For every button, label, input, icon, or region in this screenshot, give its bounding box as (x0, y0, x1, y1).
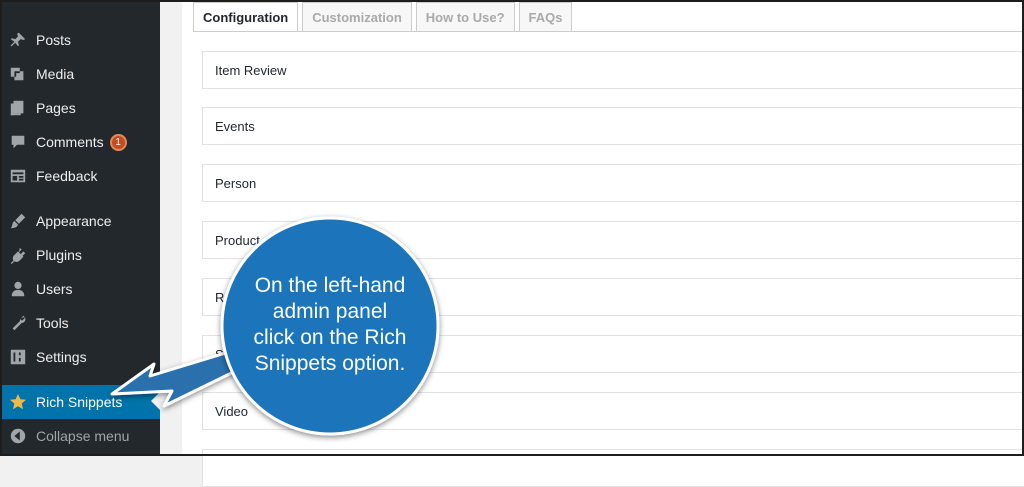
sidebar-item-label: Pages (36, 100, 76, 116)
sidebar-item-appearance[interactable]: Appearance (0, 204, 160, 238)
plugin-icon (8, 245, 28, 265)
tab-divider (193, 31, 1024, 32)
tab-customization[interactable]: Customization (302, 2, 412, 31)
pin-icon (8, 30, 28, 50)
sidebar-item-label: Collapse menu (36, 428, 130, 444)
collapse-icon (8, 426, 28, 446)
admin-sidebar: Posts Media Pages Comments 1 Feedback Ap… (0, 0, 160, 456)
sidebar-item-label: Settings (36, 349, 87, 365)
star-icon (8, 392, 28, 412)
tab-faqs[interactable]: FAQs (518, 2, 573, 31)
tab-bar: Configuration Customization How to Use? … (193, 2, 576, 32)
feedback-icon (8, 166, 28, 186)
sidebar-item-label: Feedback (36, 168, 98, 184)
comment-count-badge: 1 (109, 133, 127, 151)
sidebar-item-plugins[interactable]: Plugins (0, 238, 160, 272)
sidebar-item-label: Comments (36, 134, 104, 150)
callout-text: On the left-hand admin panel click on th… (253, 274, 407, 375)
collapse-menu-button[interactable]: Collapse menu (0, 419, 160, 453)
media-icon (8, 64, 28, 84)
sidebar-item-feedback[interactable]: Feedback (0, 159, 160, 193)
sidebar-item-label: Rich Snippets (36, 394, 123, 410)
sidebar-item-settings[interactable]: Settings (0, 340, 160, 374)
sidebar-item-users[interactable]: Users (0, 272, 160, 306)
sidebar-item-rich-snippets[interactable]: Rich Snippets (0, 385, 160, 419)
settings-icon (8, 347, 28, 367)
wrench-icon (8, 313, 28, 333)
panel-video[interactable]: Video (202, 392, 1024, 430)
sidebar-item-posts[interactable]: Posts (0, 23, 160, 57)
tab-how-to-use[interactable]: How to Use? (415, 2, 515, 31)
panel-product[interactable]: Product (202, 221, 1024, 259)
brush-icon (8, 211, 28, 231)
sidebar-item-label: Posts (36, 32, 72, 48)
sidebar-item-comments[interactable]: Comments 1 (0, 125, 160, 159)
sidebar-item-label: Tools (36, 315, 69, 331)
panel-next[interactable] (202, 449, 1024, 487)
comment-icon (8, 132, 28, 152)
sidebar-item-media[interactable]: Media (0, 57, 160, 91)
sidebar-item-label: Appearance (36, 213, 112, 229)
sidebar-item-label: Plugins (36, 247, 82, 263)
sidebar-item-tools[interactable]: Tools (0, 306, 160, 340)
active-indicator (151, 392, 160, 410)
tab-configuration[interactable]: Configuration (193, 2, 299, 32)
panel-person[interactable]: Person (202, 164, 1024, 202)
panel-events[interactable]: Events (202, 107, 1024, 145)
sidebar-item-label: Users (36, 281, 73, 297)
users-icon (8, 279, 28, 299)
panel-item-review[interactable]: Item Review (202, 51, 1024, 89)
pages-icon (8, 98, 28, 118)
sidebar-item-label: Media (36, 66, 75, 82)
sidebar-item-pages[interactable]: Pages (0, 91, 160, 125)
